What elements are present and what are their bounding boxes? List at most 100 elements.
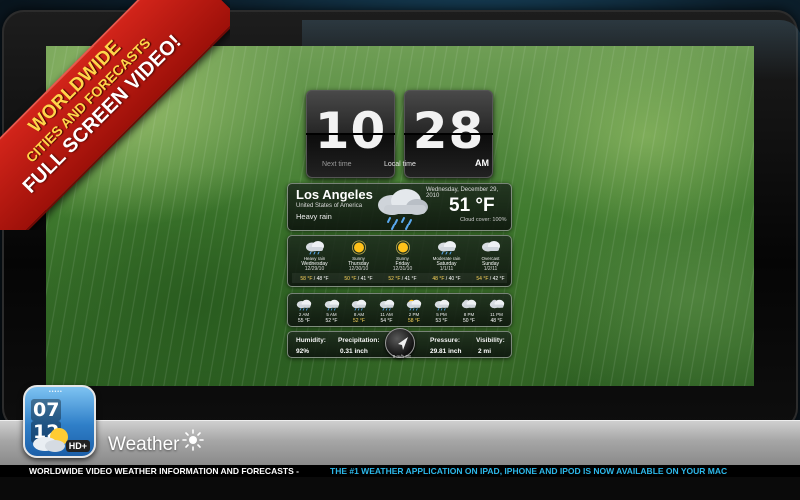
flip-clock: 10 28 Next time Local time AM [287, 90, 512, 183]
footer-strip [0, 477, 800, 500]
pressure-value: 29.81 inch [430, 348, 462, 355]
current-conditions-panel: Los Angeles United States of America Hea… [287, 183, 512, 231]
forecast-low: 48 °F [316, 276, 329, 282]
hourly-item: 2 AM 55 °F [290, 294, 318, 328]
forecast-hi-lo: 48 °F / 40 °F [424, 276, 469, 282]
sun-icon [348, 240, 370, 255]
forecast-day[interactable]: Heavy rain Wednesday 12/29/10 58 °F / 48 °F [292, 236, 337, 288]
promo-screen: 10 28 Next time Local time AM Los Angele… [0, 0, 800, 500]
weather-stats-panel: Humidity: 92% Precipitation: 0.31 inch 0… [287, 328, 512, 359]
country-name: United States of America [296, 203, 363, 209]
forecast-date: 12/31/10 [392, 266, 413, 272]
promo-ribbon: WORLDWIDE CITIES AND FORECASTS FULL SCRE… [0, 0, 230, 230]
hourly-temp: 50 °F [462, 318, 475, 324]
app-icon[interactable]: ••••• 07 12 HD+ [23, 385, 96, 458]
precipitation-value: 0.31 inch [340, 348, 368, 355]
hourly-item: 11 PM 48 °F [483, 294, 511, 328]
sun-icon [182, 429, 204, 456]
flip-hinge [404, 133, 493, 135]
hourly-forecast-panel: 2 AM 55 °F 5 AM 52 °F 8 AM 52 °F 11 AM 54 °F 2 P… [287, 293, 512, 327]
current-condition: Heavy rain [296, 212, 332, 221]
hourly-item: 8 AM 52 °F [345, 294, 373, 328]
forecast-date: 1/2/11 [483, 266, 498, 272]
humidity-label: Humidity: [296, 337, 326, 344]
forecast-high: 50 °F [344, 276, 357, 282]
forecast-low: 41 °F [404, 276, 417, 282]
hourly-temp: 54 °F [380, 318, 393, 324]
forecast-high: 54 °F [476, 276, 489, 282]
hourly-temp: 53 °F [435, 318, 448, 324]
hourly-time: 5 AM [326, 312, 337, 317]
ticker-text-primary: WORLDWIDE VIDEO WEATHER INFORMATION AND … [29, 466, 299, 476]
hourly-time: 2 PM [408, 312, 420, 317]
rain-cloud-icon [378, 298, 396, 311]
hourly-item: 2 PM 58 °F [400, 294, 428, 328]
app-title-bar: Weather [0, 420, 800, 465]
next-time-label[interactable]: Next time [322, 161, 352, 168]
rain-cloud-icon [436, 240, 458, 255]
forecast-hi-lo: 50 °F / 41 °F [336, 276, 381, 282]
forecast-high: 52 °F [388, 276, 401, 282]
city-name: Los Angeles [296, 187, 373, 202]
icon-dots: ••••• [49, 389, 63, 395]
forecast-low: 42 °F [492, 276, 505, 282]
forecast-hi-lo: 58 °F / 48 °F [292, 276, 337, 282]
hourly-time: 8 AM [353, 312, 365, 317]
app-icon-hours: 07 [31, 399, 62, 421]
ribbon-band: WORLDWIDE CITIES AND FORECASTS FULL SCRE… [0, 0, 230, 230]
cloud-cover: Cloud cover: 100% [460, 217, 507, 223]
hourly-temp: 58 °F [407, 318, 420, 324]
cloud-icon [480, 240, 502, 255]
forecast-high: 58 °F [300, 276, 313, 282]
pressure-label: Pressure: [430, 337, 460, 344]
forecast-day[interactable]: Sunny Thursday 12/30/10 50 °F / 41 °F [336, 236, 381, 288]
hourly-temp: 52 °F [352, 318, 365, 324]
rain-cloud-icon [433, 298, 451, 311]
sun-icon [392, 240, 414, 255]
hourly-time: 8 PM [463, 312, 475, 317]
forecast-day[interactable]: Sunny Friday 12/31/10 52 °F / 41 °F [380, 236, 425, 288]
current-temperature: 51 °F [449, 195, 495, 216]
hourly-time: 11 AM [380, 312, 393, 317]
rain-cloud-icon [304, 240, 326, 255]
hourly-temp: 48 °F [490, 318, 503, 324]
precipitation-label: Precipitation: [338, 337, 380, 344]
hourly-time: 5 PM [436, 312, 447, 317]
hourly-temp: 52 °F [325, 318, 338, 324]
moon-cloud-icon [488, 298, 506, 310]
forecast-low: 40 °F [448, 276, 461, 282]
rain-cloud-icon [295, 298, 313, 311]
forecast-date: 1/1/11 [439, 266, 454, 272]
forecast-date: 12/29/10 [304, 266, 325, 272]
hourly-temp: 55 °F [297, 318, 310, 324]
forecast-hi-lo: 54 °F / 42 °F [468, 276, 513, 282]
flip-hinge [306, 133, 395, 135]
hourly-item: 5 PM 53 °F [428, 294, 456, 328]
visibility-label: Visibility: [476, 337, 505, 344]
heavy-rain-cloud-icon [370, 187, 432, 231]
ticker-text-accent: THE #1 WEATHER APPLICATION ON IPAD, IPHO… [330, 466, 728, 476]
forecast-hi-lo: 52 °F / 41 °F [380, 276, 425, 282]
wind-value: 0 m/h SE [392, 354, 412, 359]
clock-hours: 10 [314, 102, 387, 160]
hourly-item: 5 AM 52 °F [318, 294, 346, 328]
daily-forecast-panel: Heavy rain Wednesday 12/29/10 58 °F / 48 °F… [287, 235, 512, 287]
clock-minutes: 28 [412, 102, 485, 160]
rain-cloud-icon [323, 298, 341, 311]
hourly-item: 11 AM 54 °F [373, 294, 401, 328]
forecast-high: 48 °F [432, 276, 445, 282]
hourly-time: 2 AM [298, 312, 310, 317]
local-time-label[interactable]: Local time [384, 161, 416, 168]
hourly-time: 11 PM [490, 312, 503, 317]
hd-badge: HD+ [65, 440, 90, 452]
sun-cloud-icon [405, 298, 423, 311]
hourly-item: 8 PM 50 °F [455, 294, 483, 328]
humidity-value: 92% [296, 348, 310, 355]
forecast-day[interactable]: Overcast Sunday 1/2/11 54 °F / 42 °F [468, 236, 513, 288]
ampm-indicator: AM [475, 158, 489, 168]
ticker-bar: WORLDWIDE VIDEO WEATHER INFORMATION AND … [0, 465, 800, 477]
forecast-day[interactable]: Moderate rain Saturday 1/1/11 48 °F / 40 °F [424, 236, 469, 288]
forecast-date: 12/30/10 [348, 266, 369, 272]
visibility-value: 2 mi [478, 348, 492, 355]
app-title: Weather [108, 434, 180, 455]
